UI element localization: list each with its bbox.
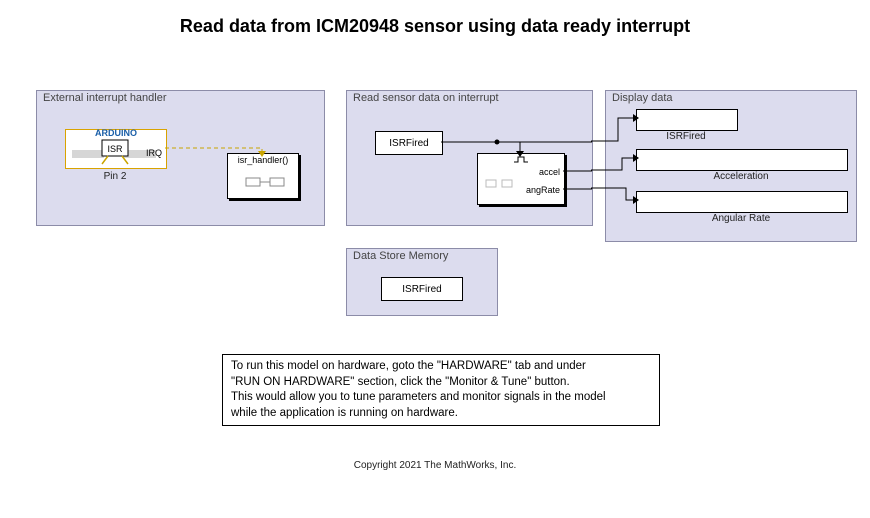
- arduino-tag: ARDUINO: [66, 128, 166, 138]
- display-acceleration[interactable]: [636, 149, 848, 171]
- subsystem-label: Data Store Memory: [353, 248, 448, 262]
- isr-handler-label: isr_handler(): [228, 156, 298, 166]
- subsystem-read-sensor[interactable]: Read sensor data on interrupt ISRFired a…: [346, 90, 593, 226]
- block-arduino-interrupt[interactable]: ISR ARDUINO IRQ: [65, 129, 167, 169]
- display-acceleration-label: Acceleration: [636, 171, 846, 182]
- copyright-text: Copyright 2021 The MathWorks, Inc.: [0, 460, 870, 471]
- model-title: Read data from ICM20948 sensor using dat…: [0, 16, 870, 37]
- subsystem-label: External interrupt handler: [43, 90, 167, 104]
- pin-label: Pin 2: [65, 171, 165, 182]
- subsystem-display[interactable]: Display data ISRFired Acceleration Angul…: [605, 90, 857, 242]
- block-sensor-read[interactable]: accel angRate: [477, 153, 565, 205]
- outport-accel: accel: [539, 168, 560, 178]
- note-line4: while the application is running on hard…: [231, 406, 651, 422]
- irq-port-label: IRQ: [146, 148, 162, 158]
- block-isr-handler[interactable]: isr_handler(): [227, 153, 299, 199]
- instruction-note: To run this model on hardware, goto the …: [222, 354, 660, 426]
- note-line1: To run this model on hardware, goto the …: [231, 359, 651, 375]
- model-canvas: Read data from ICM20948 sensor using dat…: [0, 0, 870, 518]
- isr-handler-glyph: [228, 170, 298, 196]
- sensor-glyph: [478, 154, 564, 204]
- display-isrfired[interactable]: [636, 109, 738, 131]
- subsystem-external-interrupt[interactable]: External interrupt handler ISR ARDUINO I…: [36, 90, 325, 226]
- display-angular-rate-label: Angular Rate: [636, 213, 846, 224]
- note-line2: "RUN ON HARDWARE" section, click the "Mo…: [231, 375, 651, 391]
- isr-tag: ISR: [107, 144, 123, 154]
- subsystem-label: Display data: [612, 90, 673, 104]
- block-isrfired-source[interactable]: ISRFired: [375, 131, 443, 155]
- subsystem-dsm[interactable]: Data Store Memory ISRFired: [346, 248, 498, 316]
- display-isrfired-label: ISRFired: [636, 131, 736, 142]
- subsystem-label: Read sensor data on interrupt: [353, 90, 499, 104]
- outport-angrate: angRate: [526, 186, 560, 196]
- block-data-store-memory[interactable]: ISRFired: [381, 277, 463, 301]
- note-line3: This would allow you to tune parameters …: [231, 390, 651, 406]
- display-angular-rate[interactable]: [636, 191, 848, 213]
